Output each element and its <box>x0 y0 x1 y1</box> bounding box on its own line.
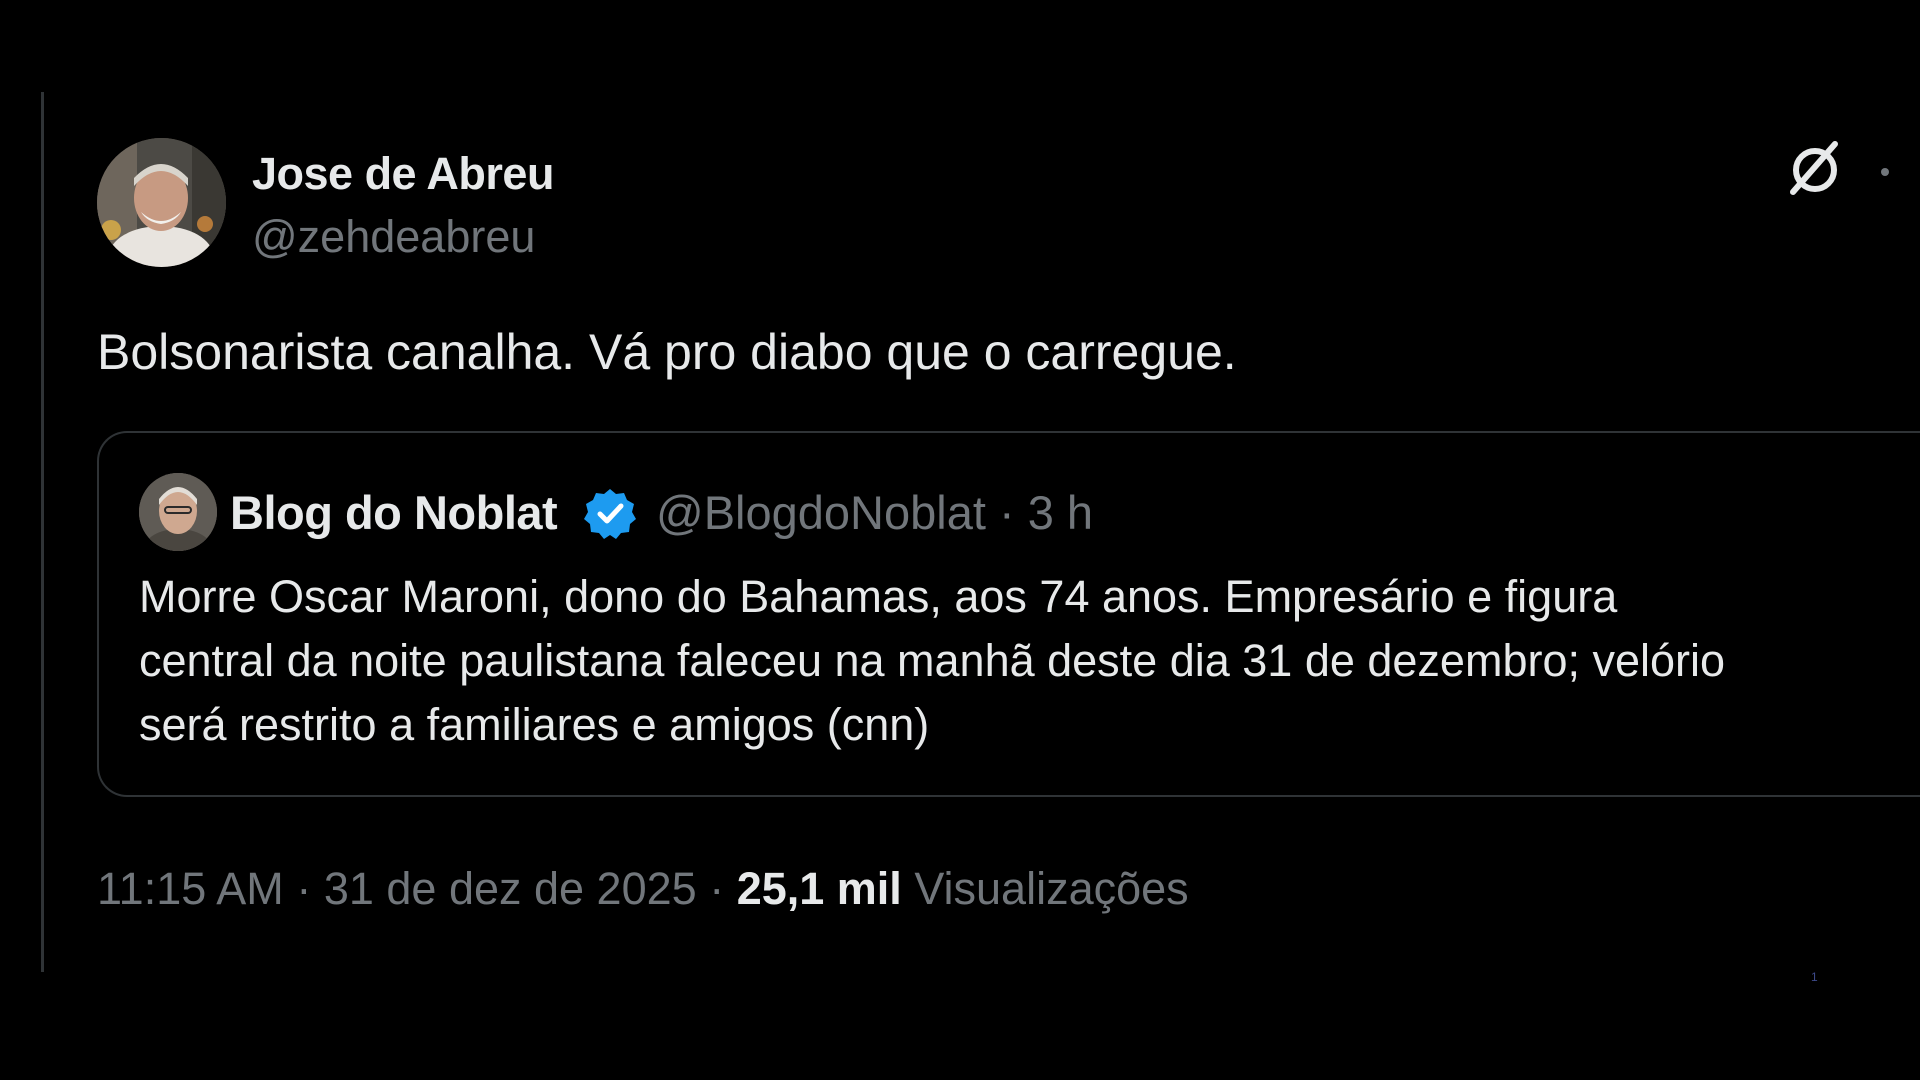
quoted-text-line: será restrito a familiares e amigos (cnn… <box>139 699 930 750</box>
tweet[interactable]: Jose de Abreu @zehdeabreu Bolsonarista c… <box>97 138 1920 914</box>
meta-separator: · <box>998 486 1015 539</box>
author-avatar[interactable] <box>97 138 226 267</box>
views-label: Visualizações <box>914 863 1189 914</box>
author-handle[interactable]: @zehdeabreu <box>252 211 535 263</box>
quoted-author-avatar[interactable] <box>139 473 217 551</box>
quoted-text-line: central da noite paulistana faleceu na m… <box>139 635 1726 686</box>
more-icon[interactable] <box>1881 168 1889 176</box>
views-count[interactable]: 25,1 mil <box>737 863 902 914</box>
meta-separator: · <box>709 863 725 914</box>
quoted-text-line: Morre Oscar Maroni, dono do Bahamas, aos… <box>139 571 1618 622</box>
tweet-time[interactable]: 11:15 AM <box>97 863 284 914</box>
thread-divider <box>41 92 44 972</box>
page-number: 1 <box>1811 970 1818 984</box>
quoted-tweet-age[interactable]: 3 h <box>1028 486 1093 539</box>
verified-badge-icon <box>584 489 636 539</box>
tweet-text: Bolsonarista canalha. Vá pro diabo que o… <box>97 324 1237 380</box>
quoted-author-handle[interactable]: @BlogdoNoblat <box>656 486 986 539</box>
author-name[interactable]: Jose de Abreu <box>252 148 554 200</box>
tweet-screenshot: Jose de Abreu @zehdeabreu Bolsonarista c… <box>0 0 1920 1080</box>
tweet-header: Jose de Abreu @zehdeabreu <box>97 138 1920 270</box>
quoted-tweet-meta: @BlogdoNoblat · 3 h <box>656 485 1093 540</box>
quoted-author-name[interactable]: Blog do Noblat <box>230 485 558 540</box>
tweet-metadata: 11:15 AM · 31 de dez de 2025 · 25,1 mil … <box>97 863 1189 915</box>
meta-separator: · <box>296 863 312 914</box>
grok-icon[interactable] <box>1785 138 1845 198</box>
quoted-tweet-card[interactable]: Blog do Noblat @BlogdoNoblat · 3 h Morre… <box>97 431 1920 797</box>
tweet-date[interactable]: 31 de dez de 2025 <box>324 863 697 914</box>
quoted-tweet-text: Morre Oscar Maroni, dono do Bahamas, aos… <box>139 565 1920 757</box>
